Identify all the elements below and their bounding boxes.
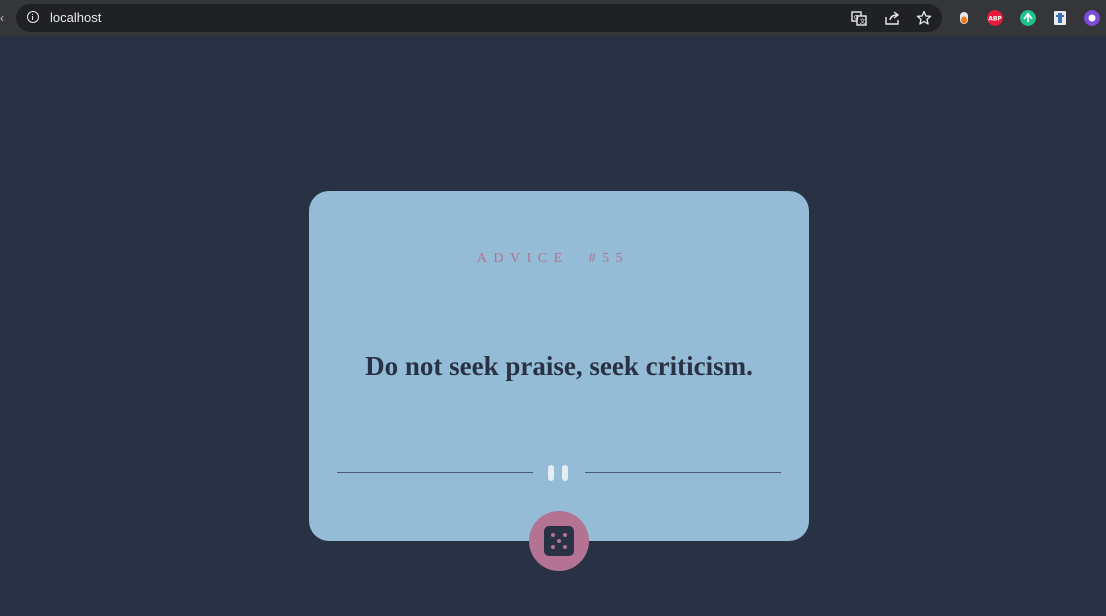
svg-text:文: 文 <box>860 18 866 26</box>
divider-line-right <box>585 472 781 473</box>
extension-document-icon[interactable] <box>1052 10 1068 26</box>
advice-quote-text: Do not seek praise, seek criticism. <box>365 351 753 381</box>
divider-line-left <box>337 472 533 473</box>
advice-number-label: ADVICE #55 <box>476 251 630 266</box>
site-info-icon[interactable] <box>27 11 39 23</box>
svg-text:ABP: ABP <box>988 16 1002 23</box>
extension-purple-icon[interactable] <box>1084 10 1100 26</box>
new-advice-button[interactable] <box>529 511 589 571</box>
share-icon[interactable] <box>884 10 900 26</box>
bookmark-star-icon[interactable] <box>916 10 932 26</box>
svg-text:G: G <box>854 15 859 22</box>
browser-toolbar: ‹ localhost G 文 ABP <box>0 0 1106 36</box>
extension-orange-icon[interactable] <box>956 10 972 26</box>
address-bar[interactable]: localhost G 文 <box>16 4 942 32</box>
dice-icon <box>544 526 574 556</box>
pause-icon <box>548 465 570 481</box>
extension-green-sync-icon[interactable] <box>1020 10 1036 26</box>
back-edge-icon: ‹ <box>0 11 4 25</box>
translate-icon[interactable]: G 文 <box>851 10 867 26</box>
adblock-plus-icon[interactable]: ABP <box>987 10 1003 26</box>
url-text[interactable]: localhost <box>50 10 101 26</box>
